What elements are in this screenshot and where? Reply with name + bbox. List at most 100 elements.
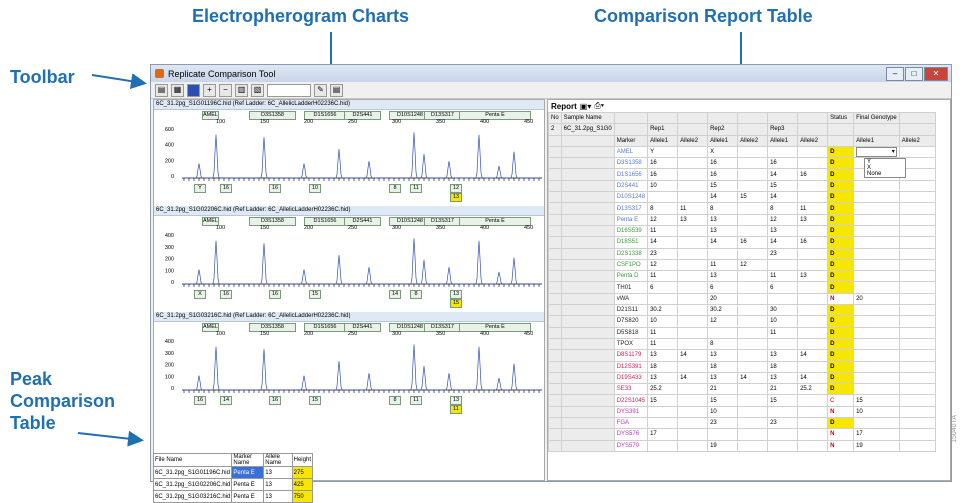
report-cell[interactable]: 16 — [707, 157, 739, 170]
allele-label[interactable]: Y — [194, 184, 206, 193]
report-cell[interactable]: X — [707, 145, 739, 159]
report-cell[interactable]: 18 — [707, 360, 739, 373]
report-cell[interactable] — [853, 337, 900, 351]
table-row[interactable]: Penta E 12 13 13 12 13 D — [548, 213, 936, 226]
report-cell[interactable] — [797, 179, 829, 193]
report-cell[interactable]: 15 — [767, 394, 799, 407]
table-row[interactable]: D12S391 18 18 18 D — [548, 360, 936, 373]
dropdown-option[interactable]: None — [865, 171, 905, 177]
report-cell[interactable] — [797, 224, 829, 238]
report-cell[interactable]: Allele2 — [737, 134, 769, 147]
table-row[interactable]: FGA 23 23 D — [548, 417, 936, 430]
report-cell[interactable] — [548, 292, 562, 306]
report-cell[interactable]: Allele1 — [707, 134, 739, 147]
report-cell[interactable]: 20 — [707, 292, 739, 306]
table-row[interactable]: D2S1338 23 23 D — [548, 247, 936, 260]
report-cell[interactable]: C — [827, 394, 855, 407]
report-cell[interactable] — [797, 394, 829, 407]
report-cell[interactable]: 14 — [677, 349, 709, 362]
report-cell[interactable] — [853, 258, 900, 272]
report-cell[interactable]: DYS570 — [613, 439, 649, 452]
report-cell[interactable] — [898, 337, 936, 351]
allele-label[interactable]: 13 — [450, 290, 462, 299]
report-cell[interactable]: Allele2 — [797, 134, 829, 147]
report-cell[interactable]: 13 — [647, 349, 679, 362]
report-cell[interactable] — [737, 439, 769, 452]
report-cell[interactable]: N — [827, 439, 855, 452]
report-cell[interactable] — [677, 191, 709, 204]
report-cell[interactable]: 11 — [647, 326, 679, 339]
report-cell[interactable] — [737, 405, 769, 419]
report-cell[interactable] — [853, 371, 900, 385]
report-cell[interactable]: D — [827, 281, 855, 294]
report-cell[interactable] — [548, 224, 562, 238]
report-cell[interactable]: D — [827, 202, 855, 215]
report-cell[interactable] — [560, 236, 615, 249]
report-cell[interactable] — [560, 394, 615, 407]
report-cell[interactable]: Sample Name — [560, 111, 615, 125]
report-cell[interactable]: 10 — [647, 315, 679, 328]
report-cell[interactable]: Penta E — [613, 213, 649, 226]
report-cell[interactable] — [548, 157, 562, 170]
report-cell[interactable] — [853, 247, 900, 260]
report-cell[interactable] — [853, 417, 900, 430]
report-cell[interactable] — [677, 315, 709, 328]
report-cell[interactable]: 23 — [707, 417, 739, 430]
report-cell[interactable] — [548, 405, 562, 419]
maximize-button[interactable]: □ — [905, 67, 923, 81]
report-cell[interactable]: 8 — [767, 202, 799, 215]
report-cell[interactable]: D18S51 — [613, 236, 649, 249]
report-cell[interactable] — [647, 417, 679, 430]
report-cell[interactable]: 14 — [797, 349, 829, 362]
report-cell[interactable] — [548, 383, 562, 396]
report-cell[interactable]: 14 — [797, 371, 829, 385]
marker-bin[interactable]: D3S1358 — [249, 217, 296, 226]
report-cell[interactable] — [797, 337, 829, 351]
report-cell[interactable] — [707, 247, 739, 260]
report-cell[interactable] — [647, 405, 679, 419]
report-cell[interactable] — [737, 315, 769, 328]
report-cell[interactable]: 16 — [797, 168, 829, 181]
report-cell[interactable]: 30.2 — [647, 304, 679, 317]
open-icon[interactable]: ▤ — [155, 83, 168, 97]
allele-label[interactable]: 14 — [220, 396, 232, 405]
allele-label[interactable]: 15 — [309, 290, 321, 299]
report-cell[interactable] — [548, 179, 562, 193]
report-cell[interactable] — [737, 224, 769, 238]
report-cell[interactable] — [560, 191, 615, 204]
report-cell[interactable] — [767, 439, 799, 452]
report-cell[interactable]: D21S11 — [613, 304, 649, 317]
report-cell[interactable] — [548, 428, 562, 441]
report-cell[interactable] — [898, 360, 936, 373]
report-cell[interactable] — [647, 111, 679, 125]
report-cell[interactable]: 14 — [707, 191, 739, 204]
report-cell[interactable] — [797, 258, 829, 272]
report-cell[interactable]: 21 — [707, 383, 739, 396]
report-cell[interactable]: 13 — [767, 371, 799, 385]
report-cell[interactable] — [898, 383, 936, 396]
report-cell[interactable]: DYS576 — [613, 428, 649, 441]
report-cell[interactable] — [853, 326, 900, 339]
report-cell[interactable] — [677, 417, 709, 430]
allele-label[interactable]: 16 — [269, 396, 281, 405]
report-cell[interactable] — [767, 292, 799, 306]
report-cell[interactable] — [853, 383, 900, 396]
report-cell[interactable]: D1S1656 — [613, 168, 649, 181]
report-cell[interactable] — [677, 428, 709, 441]
report-cell[interactable] — [853, 123, 900, 136]
report-cell[interactable]: D — [827, 179, 855, 193]
report-cell[interactable] — [737, 179, 769, 193]
report-cell[interactable]: 16 — [647, 168, 679, 181]
report-cell[interactable] — [560, 371, 615, 385]
report-cell[interactable] — [548, 270, 562, 283]
report-cell[interactable]: 30.2 — [707, 304, 739, 317]
report-cell[interactable] — [560, 281, 615, 294]
report-cell[interactable] — [677, 383, 709, 396]
report-cell[interactable]: 14 — [767, 168, 799, 181]
highlighted-allele-label[interactable]: 15 — [450, 299, 462, 308]
report-cell[interactable] — [677, 281, 709, 294]
report-cell[interactable]: 18 — [647, 360, 679, 373]
marker-bin[interactable]: D3S1358 — [249, 323, 296, 332]
report-cell[interactable]: Allele2 — [677, 134, 709, 147]
table-row[interactable]: D8S1179 13 14 13 13 14 D — [548, 349, 936, 362]
